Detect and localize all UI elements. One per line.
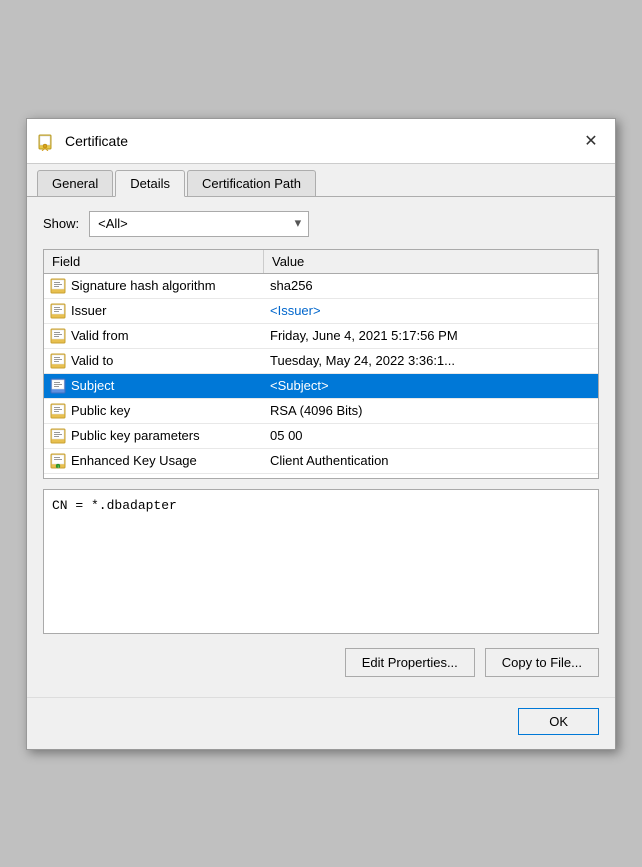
header-field: Field xyxy=(44,250,264,273)
field-icon xyxy=(50,328,66,344)
value-cell: DNS Name=*.db... xyxy=(264,474,598,479)
field-icon xyxy=(50,378,66,394)
tab-details[interactable]: Details xyxy=(115,170,185,197)
table-row[interactable]: Public key parameters 05 00 xyxy=(44,424,598,449)
field-cell: Subject xyxy=(44,374,264,398)
fields-table: Field Value Signature hash algorithm sha… xyxy=(43,249,599,479)
copy-to-file-button[interactable]: Copy to File... xyxy=(485,648,599,677)
table-row[interactable]: Public key RSA (4096 Bits) xyxy=(44,399,598,424)
edit-properties-button[interactable]: Edit Properties... xyxy=(345,648,475,677)
field-cell: Public key xyxy=(44,399,264,423)
value-cell: Friday, June 4, 2021 5:17:56 PM xyxy=(264,324,598,347)
show-select-wrapper[interactable]: <All>Version 1 Fields OnlyExtensions Onl… xyxy=(89,211,309,237)
field-icon xyxy=(50,303,66,319)
table-row-selected[interactable]: Subject <Subject> xyxy=(44,374,598,399)
dialog-title: Certificate xyxy=(65,133,128,149)
table-row[interactable]: Issuer <Issuer> xyxy=(44,299,598,324)
value-cell: Client Authentication xyxy=(264,449,598,472)
show-row: Show: <All>Version 1 Fields OnlyExtensio… xyxy=(43,211,599,237)
title-bar: Certificate ✕ xyxy=(27,119,615,164)
field-cell: Valid from xyxy=(44,324,264,348)
table-row[interactable]: Signature hash algorithm sha256 xyxy=(44,274,598,299)
table-row[interactable]: Valid to Tuesday, May 24, 2022 3:36:1... xyxy=(44,349,598,374)
tab-bar: General Details Certification Path xyxy=(27,164,615,197)
title-bar-left: Certificate xyxy=(37,131,128,151)
table-header: Field Value xyxy=(44,250,598,274)
svg-text:↓: ↓ xyxy=(57,464,59,469)
table-row[interactable]: ↓ Enhanced Key Usage Client Authenticati… xyxy=(44,449,598,474)
window-icon xyxy=(37,131,57,151)
field-icon xyxy=(50,428,66,444)
value-cell: 05 00 xyxy=(264,424,598,447)
dialog-content: Show: <All>Version 1 Fields OnlyExtensio… xyxy=(27,197,615,691)
close-button[interactable]: ✕ xyxy=(577,127,605,155)
value-cell-link: <Issuer> xyxy=(264,299,598,322)
field-cell: Issuer xyxy=(44,299,264,323)
field-icon xyxy=(50,353,66,369)
ok-button[interactable]: OK xyxy=(518,708,599,735)
value-cell: Tuesday, May 24, 2022 3:36:1... xyxy=(264,349,598,372)
field-icon xyxy=(50,478,66,479)
field-icon xyxy=(50,278,66,294)
tab-general[interactable]: General xyxy=(37,170,113,196)
show-label: Show: xyxy=(43,216,79,231)
ok-row: OK xyxy=(27,697,615,749)
certificate-dialog: Certificate ✕ General Details Certificat… xyxy=(26,118,616,750)
field-cell: Valid to xyxy=(44,349,264,373)
tab-certification-path[interactable]: Certification Path xyxy=(187,170,316,196)
value-cell: sha256 xyxy=(264,274,598,297)
table-row[interactable]: Valid from Friday, June 4, 2021 5:17:56 … xyxy=(44,324,598,349)
enhanced-field-icon: ↓ xyxy=(50,453,66,469)
header-value: Value xyxy=(264,250,598,273)
show-select[interactable]: <All>Version 1 Fields OnlyExtensions Onl… xyxy=(89,211,309,237)
field-cell: Signature hash algorithm xyxy=(44,274,264,298)
field-cell: Public key parameters xyxy=(44,424,264,448)
field-cell: ↓ Enhanced Key Usage xyxy=(44,449,264,473)
action-button-row: Edit Properties... Copy to File... xyxy=(43,648,599,677)
detail-text: CN = *.dbadapter xyxy=(52,498,177,513)
value-cell: RSA (4096 Bits) xyxy=(264,399,598,422)
detail-text-box: CN = *.dbadapter xyxy=(43,489,599,634)
field-icon xyxy=(50,403,66,419)
field-cell: Subject Alternative Nam... xyxy=(44,474,264,479)
table-row[interactable]: Subject Alternative Nam... DNS Name=*.db… xyxy=(44,474,598,479)
value-cell: <Subject> xyxy=(264,374,598,397)
